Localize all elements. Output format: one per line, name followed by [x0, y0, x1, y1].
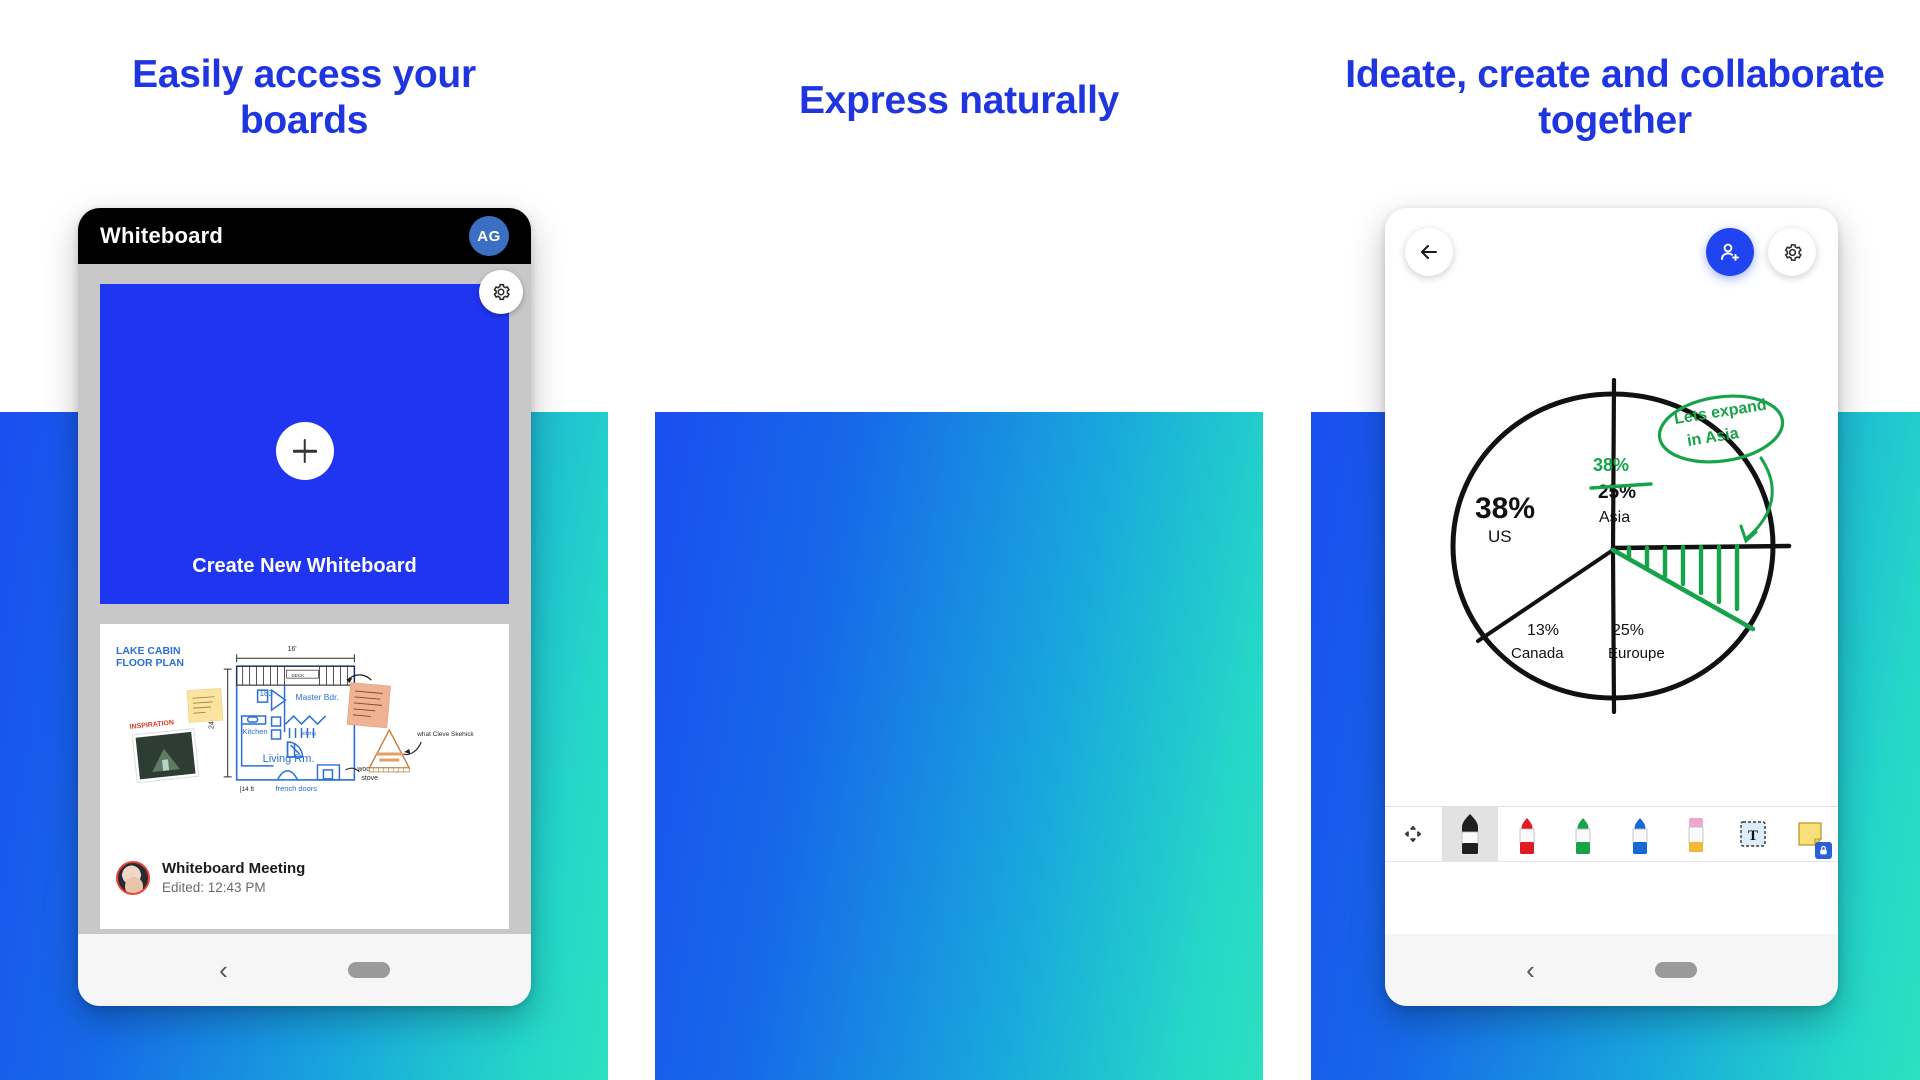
panel-3-headline: Ideate, create and collaborate together	[1345, 53, 1885, 142]
chevron-left-icon[interactable]: ‹	[219, 957, 228, 983]
avatar[interactable]: AG	[469, 216, 509, 256]
avatar	[116, 860, 150, 895]
system-nav-bar: ‹	[78, 934, 531, 1006]
svg-text:stove: stove	[361, 775, 378, 782]
app-header: Whiteboard AG	[78, 208, 531, 264]
plus-icon	[275, 422, 334, 480]
sketch-label-french: french doors	[276, 784, 318, 793]
svg-text:DECK: DECK	[292, 673, 305, 678]
sketch-label-cabin: what Cleve Skehick	[416, 731, 474, 738]
sketch-label-living: Living Rm.	[263, 753, 315, 765]
panel-easily-access: Easily access your boards Whiteboard AG …	[0, 0, 608, 1080]
svg-text:16': 16'	[288, 646, 297, 653]
board-thumbnail-card[interactable]: LAKE CABIN FLOOR PLAN DECK 16' 24' 183 M…	[100, 624, 509, 929]
panel-1-headline: Easily access your boards	[132, 53, 476, 142]
panel-express-naturally: Express naturally 38% US 38% 25% Asia 13…	[655, 0, 1838, 1080]
panel-ideate-collaborate: Ideate, create and collaborate together …	[1311, 0, 1919, 1080]
sketch-title-line1: LAKE CABIN	[116, 646, 181, 657]
board-meta: Whiteboard Meeting Edited: 12:43 PM	[100, 854, 509, 895]
board-list: Create New Whiteboard LAKE CABIN FLOOR P…	[78, 264, 531, 934]
sketch-label-master: Master Bdr.	[296, 692, 339, 702]
panel-2-headline: Express naturally	[798, 79, 1120, 122]
board-sketch-preview: LAKE CABIN FLOOR PLAN DECK 16' 24' 183 M…	[100, 624, 509, 854]
board-edited-timestamp: Edited: 12:43 PM	[162, 880, 266, 895]
board-title: Whiteboard Meeting	[162, 860, 306, 877]
phone-mockup-1: Whiteboard AG Create New Whiteboard LAKE…	[78, 208, 531, 1006]
home-pill[interactable]	[347, 962, 390, 978]
svg-text:sitting: sitting	[302, 731, 316, 737]
svg-text:183: 183	[260, 689, 274, 698]
screenshot-root: Easily access your boards Whiteboard AG …	[0, 0, 1920, 1080]
create-new-whiteboard-label: Create New Whiteboard	[192, 555, 417, 577]
sketch-label-kitchen: Kitchen	[243, 727, 268, 736]
app-title: Whiteboard	[100, 223, 223, 248]
gear-icon[interactable]	[479, 270, 523, 314]
svg-text:[14 ft: [14 ft	[240, 786, 255, 793]
sketch-title-line2: FLOOR PLAN	[116, 658, 184, 669]
sketch-label-inspiration: INSPIRATION	[129, 719, 174, 731]
lake-cabin-floor-plan-sketch: LAKE CABIN FLOOR PLAN DECK 16' 24' 183 M…	[116, 646, 474, 793]
create-new-whiteboard-card[interactable]: Create New Whiteboard	[100, 270, 523, 604]
